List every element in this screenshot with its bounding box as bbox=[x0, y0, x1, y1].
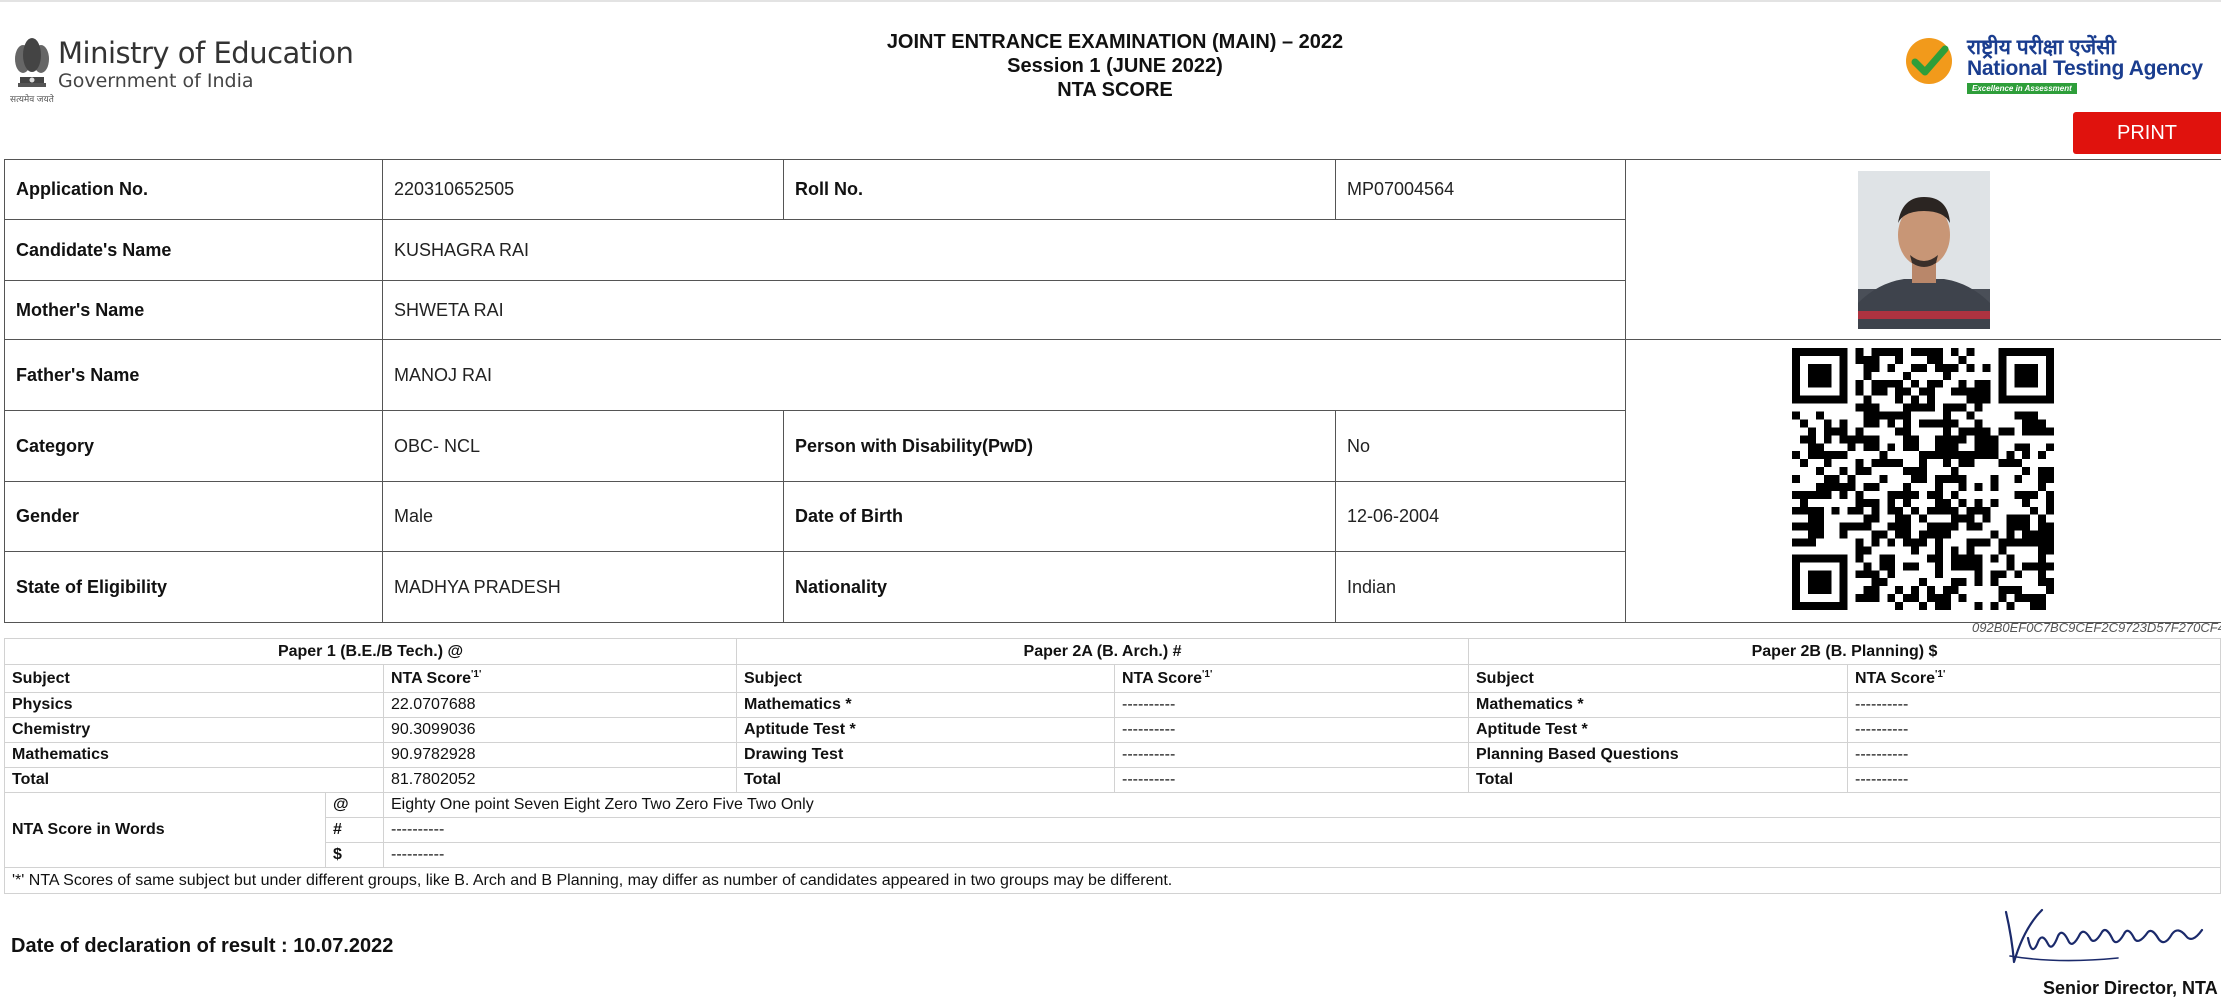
table-row-score: ---------- bbox=[1847, 742, 2221, 768]
table-row-subject: Total bbox=[736, 767, 1115, 793]
table-row-score: 90.9782928 bbox=[383, 742, 737, 768]
document-heading: JOINT ENTRANCE EXAMINATION (MAIN) – 2022… bbox=[780, 30, 1450, 102]
pwd-label: Person with Disability(PwD) bbox=[783, 410, 1336, 482]
print-button[interactable]: PRINT bbox=[2073, 112, 2221, 154]
doc-title: NTA SCORE bbox=[1057, 79, 1173, 101]
score-header-superscript: '1' bbox=[1935, 669, 1946, 680]
table-row-score: ---------- bbox=[1847, 692, 2221, 718]
gender-value: Male bbox=[382, 481, 784, 552]
table-row-score: ---------- bbox=[1114, 717, 1469, 743]
table-row-score: 81.7802052 bbox=[383, 767, 737, 793]
words-value: ---------- bbox=[383, 842, 2221, 868]
table-row-subject: Aptitude Test * bbox=[736, 717, 1115, 743]
mother-name-label: Mother's Name bbox=[4, 280, 383, 340]
roll-no-value: MP07004564 bbox=[1335, 159, 1626, 220]
ministry-logo: Ministry of Education Government of Indi… bbox=[10, 30, 354, 104]
father-name-label: Father's Name bbox=[4, 339, 383, 411]
checkmark-logo-icon bbox=[1906, 38, 1952, 84]
agency-name-english: National Testing Agency bbox=[1967, 57, 2203, 80]
nationality-label: Nationality bbox=[783, 551, 1336, 623]
application-no-label: Application No. bbox=[4, 159, 383, 220]
candidate-photo bbox=[1858, 171, 1990, 329]
score-header-text: NTA Score bbox=[391, 669, 472, 687]
candidate-name-label: Candidate's Name bbox=[4, 219, 383, 281]
paper2a-title: Paper 2A (B. Arch.) # bbox=[736, 638, 1469, 665]
score-header-text: NTA Score bbox=[1122, 669, 1203, 687]
paper2b-title: Paper 2B (B. Planning) $ bbox=[1468, 638, 2221, 665]
category-value: OBC- NCL bbox=[382, 410, 784, 482]
national-emblem-icon bbox=[15, 38, 49, 87]
ministry-title: Ministry of Education bbox=[58, 36, 354, 70]
government-subtitle: Government of India bbox=[58, 70, 254, 92]
agency-tagline: Excellence in Assessment bbox=[1967, 83, 2077, 94]
exam-title: JOINT ENTRANCE EXAMINATION (MAIN) – 2022 bbox=[886, 31, 1344, 53]
words-value: ---------- bbox=[383, 817, 2221, 843]
words-symbol: # bbox=[325, 817, 384, 843]
score-in-words-label: NTA Score in Words bbox=[4, 792, 326, 868]
words-value: Eighty One point Seven Eight Zero Two Ze… bbox=[383, 792, 2221, 818]
declaration-date: Date of declaration of result : 10.07.20… bbox=[11, 935, 394, 957]
table-row-score: ---------- bbox=[1114, 742, 1469, 768]
state-label: State of Eligibility bbox=[4, 551, 383, 623]
nationality-value: Indian bbox=[1335, 551, 1626, 623]
score-header-superscript: '1' bbox=[471, 669, 482, 680]
nta-logo: राष्ट्रीय परीक्षा एजेंसी National Testin… bbox=[1905, 33, 2221, 99]
paper1-subject-header: Subject bbox=[4, 664, 384, 693]
table-row-subject: Aptitude Test * bbox=[1468, 717, 1848, 743]
table-row-score: ---------- bbox=[1114, 692, 1469, 718]
session-title: Session 1 (JUNE 2022) bbox=[1007, 55, 1223, 77]
table-row-subject: Drawing Test bbox=[736, 742, 1115, 768]
table-row-score: 90.3099036 bbox=[383, 717, 737, 743]
pwd-value: No bbox=[1335, 410, 1626, 482]
dob-label: Date of Birth bbox=[783, 481, 1336, 552]
mother-name-value: SHWETA RAI bbox=[382, 280, 1626, 340]
paper1-score-header: NTA Score '1' bbox=[383, 664, 737, 693]
signatory-title: Senior Director, NTA bbox=[2043, 978, 2218, 998]
table-row-score: ---------- bbox=[1847, 767, 2221, 793]
candidate-name-value: KUSHAGRA RAI bbox=[382, 219, 1626, 281]
table-row-score: ---------- bbox=[1847, 717, 2221, 743]
table-row-subject: Total bbox=[4, 767, 384, 793]
table-row-subject: Mathematics * bbox=[1468, 692, 1848, 718]
score-header-text: NTA Score bbox=[1855, 669, 1936, 687]
verification-hash: 092B0EF0C7BC9CEF2C9723D57F270CF4 bbox=[1972, 620, 2221, 635]
table-row-subject: Total bbox=[1468, 767, 1848, 793]
state-value: MADHYA PRADESH bbox=[382, 551, 784, 623]
dob-value: 12-06-2004 bbox=[1335, 481, 1626, 552]
table-row-subject: Planning Based Questions bbox=[1468, 742, 1848, 768]
table-row-subject: Chemistry bbox=[4, 717, 384, 743]
roll-no-label: Roll No. bbox=[783, 159, 1336, 220]
table-row-score: ---------- bbox=[1114, 767, 1469, 793]
photo-area-top bbox=[1625, 159, 2221, 160]
table-row-subject: Physics bbox=[4, 692, 384, 718]
father-name-value: MANOJ RAI bbox=[382, 339, 1626, 411]
table-row-subject: Mathematics bbox=[4, 742, 384, 768]
category-label: Category bbox=[4, 410, 383, 482]
score-header-superscript: '1' bbox=[1202, 669, 1213, 680]
paper1-title: Paper 1 (B.E./B Tech.) @ bbox=[4, 638, 737, 665]
table-row-score: 22.0707688 bbox=[383, 692, 737, 718]
paper2b-subject-header: Subject bbox=[1468, 664, 1848, 693]
application-no-value: 220310652505 bbox=[382, 159, 784, 220]
photo-area-divider bbox=[1625, 339, 2221, 340]
qr-code bbox=[1792, 348, 2054, 610]
gender-label: Gender bbox=[4, 481, 383, 552]
words-symbol: $ bbox=[325, 842, 384, 868]
words-symbol: @ bbox=[325, 792, 384, 818]
table-row-subject: Mathematics * bbox=[736, 692, 1115, 718]
signature-image bbox=[2004, 908, 2204, 964]
paper2a-subject-header: Subject bbox=[736, 664, 1115, 693]
paper2b-score-header: NTA Score '1' bbox=[1847, 664, 2221, 693]
paper2a-score-header: NTA Score '1' bbox=[1114, 664, 1469, 693]
top-border bbox=[0, 0, 2221, 2]
emblem-motto: सत्यमेव जयते bbox=[10, 94, 54, 104]
scores-note: '*' NTA Scores of same subject but under… bbox=[4, 867, 2221, 894]
